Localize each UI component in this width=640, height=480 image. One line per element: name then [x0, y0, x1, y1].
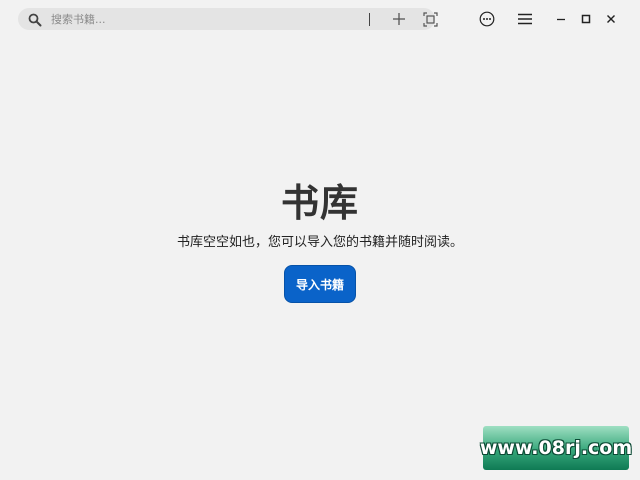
plus-icon [393, 13, 405, 25]
scan-icon [422, 11, 438, 27]
maximize-button[interactable] [575, 8, 597, 30]
more-options-button[interactable] [476, 8, 498, 30]
close-icon [607, 15, 615, 23]
add-book-button[interactable] [389, 10, 409, 28]
more-circle-icon [479, 11, 495, 27]
library-title: 书库 [280, 181, 359, 225]
import-books-button[interactable]: 导入书籍 [284, 265, 356, 303]
scan-button[interactable] [420, 10, 440, 28]
close-button[interactable] [600, 8, 622, 30]
search-icon [28, 12, 42, 27]
hamburger-icon [518, 13, 532, 25]
app-window: 书库 书库空空如也，您可以导入您的书籍并随时阅读。 导入书籍 www.08rj.… [0, 0, 640, 480]
menu-button[interactable] [514, 8, 536, 30]
watermark-logo: www.08rj.com [480, 426, 632, 470]
search-divider [369, 13, 370, 26]
library-empty-description: 书库空空如也，您可以导入您的书籍并随时阅读。 [176, 235, 463, 250]
search-input[interactable] [51, 10, 351, 28]
maximize-icon [581, 14, 591, 24]
minimize-button[interactable] [550, 8, 572, 30]
search-bar [18, 8, 438, 30]
minimize-icon [557, 18, 565, 21]
